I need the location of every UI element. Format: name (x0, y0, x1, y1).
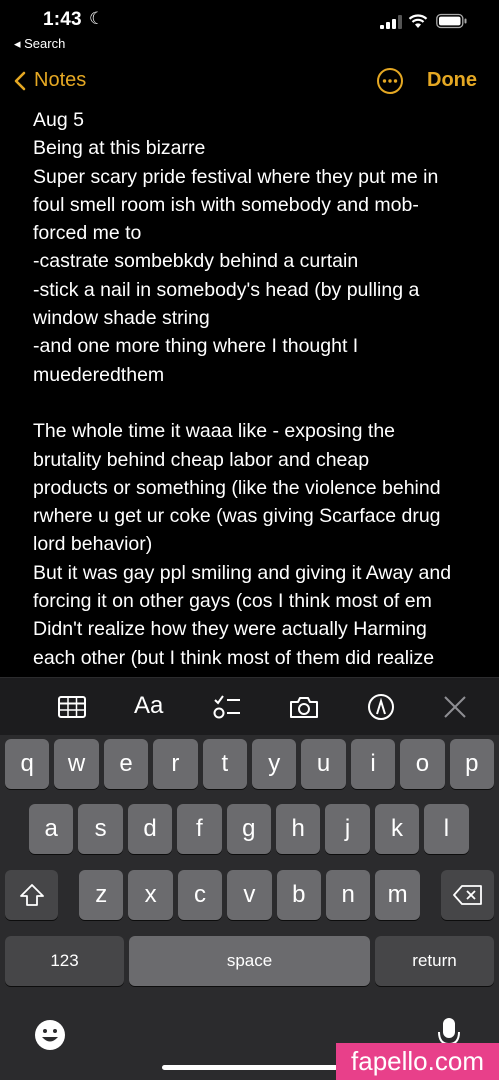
note-line: -castrate sombebkdy behind a curtain (33, 250, 359, 273)
key-d[interactable]: d (127, 804, 173, 854)
watermark: fapello.com (336, 1043, 499, 1080)
shift-key[interactable] (5, 870, 58, 920)
space-key[interactable]: space (129, 936, 370, 986)
markup-icon[interactable] (366, 692, 396, 722)
numbers-key[interactable]: 123 (5, 936, 124, 986)
done-button[interactable]: Done (427, 69, 477, 92)
format-toolbar: Aa (0, 677, 499, 736)
key-j[interactable]: j (325, 804, 370, 854)
status-bar: 1:43 ☾ ◂ Search (0, 0, 499, 60)
key-a[interactable]: a (29, 804, 74, 854)
format-text-button[interactable]: Aa (134, 692, 163, 720)
note-line: window shade string (33, 307, 210, 330)
note-line (33, 389, 473, 417)
key-f[interactable]: f (177, 804, 222, 854)
note-line: each other (but I think most of them did… (33, 646, 435, 669)
key-u[interactable]: u (301, 739, 346, 789)
more-icon[interactable] (376, 67, 404, 95)
close-icon[interactable] (440, 692, 470, 722)
key-t[interactable]: t (202, 739, 247, 789)
key-q[interactable]: q (5, 739, 50, 789)
navigation-bar: Notes Done (0, 60, 499, 104)
key-z[interactable]: z (79, 870, 124, 920)
moon-icon: ☾ (89, 9, 105, 28)
note-line: foul smell room ish with somebody and mo… (33, 193, 419, 216)
key-i[interactable]: i (350, 739, 396, 789)
key-o[interactable]: o (400, 739, 445, 789)
key-n[interactable]: n (326, 870, 371, 920)
return-key[interactable]: return (375, 936, 494, 986)
key-x[interactable]: x (128, 870, 173, 920)
note-line: Didn't realize how they were actually Ha… (33, 618, 427, 641)
note-line: products or something (like the violence… (33, 476, 441, 499)
key-b[interactable]: b (276, 870, 321, 920)
note-line: lord behavior) (33, 533, 153, 556)
note-line: forcing it on other gays (cos I think mo… (33, 590, 432, 613)
key-y[interactable]: y (252, 739, 297, 789)
note-line: Being at this bizarre (33, 137, 206, 160)
back-label: Notes (34, 69, 87, 91)
key-k[interactable]: k (374, 804, 420, 854)
key-g[interactable]: g (226, 804, 271, 854)
note-line: brutality behind cheap labor and cheap (33, 448, 370, 471)
note-line: -and one more thing where I thought I (33, 335, 359, 358)
checklist-icon[interactable] (212, 692, 242, 722)
keyboard: 123 space return qwertyuiop asdfghjkl zxcv… (0, 735, 499, 1080)
note-line: muederedthem (33, 363, 165, 386)
key-r[interactable]: r (153, 739, 198, 789)
note-text-area[interactable]: Aug 5 Being at this bizarre Super scary pr… (33, 106, 473, 672)
note-line: Super scary pride festival where they pu… (33, 165, 439, 188)
camera-icon[interactable] (289, 692, 319, 722)
note-line: The whole time it waaa like - exposing t… (33, 420, 396, 443)
battery-icon (436, 13, 467, 29)
note-line: rwhere u get ur coke (was giving Scarfac… (33, 505, 441, 528)
key-s[interactable]: s (78, 804, 123, 854)
status-time: 1:43 (43, 9, 82, 30)
back-to-notes-button[interactable]: Notes (14, 69, 86, 92)
shift-icon (19, 884, 44, 906)
note-line: forced me to (33, 222, 142, 245)
key-c[interactable]: c (177, 870, 223, 920)
signal-icon (380, 15, 402, 29)
key-h[interactable]: h (276, 804, 321, 854)
key-p[interactable]: p (449, 739, 494, 789)
home-indicator[interactable] (162, 1065, 338, 1070)
delete-icon (452, 885, 482, 905)
note-line: Aug 5 (33, 109, 84, 131)
emoji-icon[interactable] (33, 1018, 67, 1052)
key-l[interactable]: l (424, 804, 469, 854)
table-icon[interactable] (57, 692, 87, 722)
key-m[interactable]: m (375, 870, 420, 920)
wifi-icon (408, 14, 428, 28)
key-w[interactable]: w (54, 739, 99, 789)
note-line: -stick a nail in somebody's head (by pul… (33, 278, 420, 301)
key-e[interactable]: e (103, 739, 149, 789)
key-v[interactable]: v (227, 870, 272, 920)
chevron-left-icon (14, 71, 26, 90)
back-to-search-link[interactable]: ◂ Search (14, 36, 65, 52)
note-line: But it was gay ppl smiling and giving it… (33, 561, 452, 584)
delete-key[interactable] (441, 870, 494, 920)
